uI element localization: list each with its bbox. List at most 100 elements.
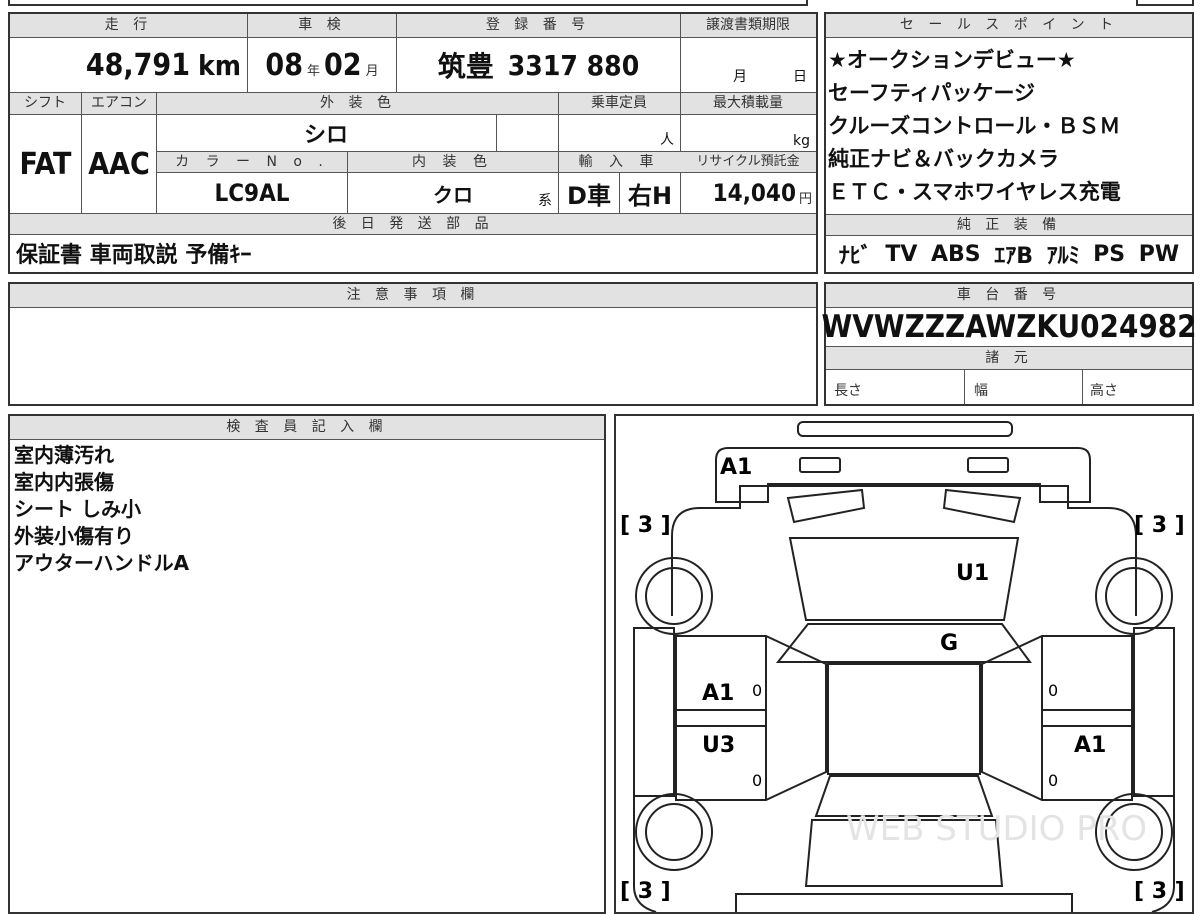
aircon-text: AAC — [88, 146, 150, 182]
equipment-item: PS — [1093, 241, 1126, 267]
inspection-year-unit: 年 — [306, 63, 320, 79]
mark-zero: 0 — [752, 681, 762, 700]
mileage-header: 走 行 — [104, 17, 153, 33]
exterior-color-value: シロ — [157, 115, 495, 151]
aircon-header: エアコン — [91, 95, 147, 111]
color-no-text: LC9AL — [214, 179, 290, 207]
inspector-box: 検 査 員 記 入 欄 室内薄汚れ 室内内張傷 シート しみ小 外装小傷有り ア… — [8, 414, 606, 914]
equipment-item: ABS — [931, 241, 981, 267]
tire-rear-right: [ 3 ] — [1134, 879, 1185, 904]
width-label: 幅 — [974, 383, 988, 399]
mark-zero: 0 — [1048, 771, 1058, 790]
mark-left-front-door: A1 — [702, 681, 734, 706]
tire-front-right: [ 3 ] — [1134, 513, 1185, 538]
chassis-header: 車 台 番 号 — [826, 284, 1192, 308]
registration-value: 筑豊 3317 880 — [397, 38, 680, 92]
max-load-unit: kg — [793, 133, 810, 149]
recycle-number: 14,040 — [712, 179, 796, 207]
shipping-items: 保証書 車両取説 予備ｷｰ — [16, 235, 806, 271]
chassis-box: 車 台 番 号 WVWZZZAWZKU024982 諸 元 長さ 幅 高さ — [821, 282, 1197, 406]
inspector-line: シート しみ小 — [14, 497, 141, 521]
recycle-value: 14,040 円 — [681, 173, 816, 213]
sales-points-list: ★オークションデビュー★ セーフティパッケージ クルーズコントロール・ＢＳＭ 純… — [828, 44, 1190, 209]
transfer-deadline-value: 月 日 — [681, 38, 816, 92]
inspector-line: 室内内張傷 — [14, 470, 114, 494]
car-diagram: [ 3 ] [ 3 ] [ 3 ] [ 3 ] A1 U1 G A1 U3 A1… — [620, 421, 1185, 912]
car-diagram-box: [ 3 ] [ 3 ] [ 3 ] [ 3 ] A1 U1 G A1 U3 A1… — [614, 414, 1194, 914]
row1-header: 走 行 車 検 登 録 番 号 譲渡書類期限 — [10, 14, 816, 38]
mark-right-rear-door: A1 — [1074, 733, 1106, 758]
top-cut-strip — [8, 0, 808, 6]
transfer-day-unit: 日 — [793, 69, 807, 85]
interior-color-text: クロ — [433, 182, 473, 207]
exterior-color-text: シロ — [303, 123, 348, 148]
specs-header: 諸 元 — [826, 346, 1192, 370]
registration-region: 筑豊 — [437, 50, 494, 83]
row3-header: カ ラ ー N o . 内 装 色 輸 入 車 リサイクル預託金 — [157, 151, 816, 173]
shift-text: FAT — [19, 146, 72, 182]
capacity-header: 乗車定員 — [591, 95, 647, 111]
factory-equipment-list: ﾅﾋﾞ TV ABS ｴｱB ｱﾙﾐ PS PW — [826, 236, 1192, 272]
sales-point-line: ＥＴＣ・スマホワイヤレス充電 — [828, 180, 1121, 204]
sales-point-line: セーフティパッケージ — [828, 81, 1036, 105]
interior-color-header: 内 装 色 — [412, 154, 493, 170]
color-no-value: LC9AL — [157, 173, 347, 213]
mark-hood: U1 — [956, 561, 989, 586]
equipment-item: ｴｱB — [994, 244, 1033, 269]
interior-color-value: クロ — [348, 173, 558, 213]
watermark: WEB STUDIO PRO — [846, 809, 1147, 849]
shift-header: シフト — [24, 95, 66, 111]
mark-windshield: G — [940, 631, 958, 656]
import-handle-text: 右H — [627, 181, 673, 210]
height-label: 高さ — [1090, 383, 1118, 399]
mark-zero: 0 — [752, 771, 762, 790]
notes-header: 注 意 事 項 欄 — [10, 284, 816, 308]
inspector-line: 外装小傷有り — [14, 524, 134, 548]
recycle-unit: 円 — [798, 191, 812, 207]
inspector-header: 検 査 員 記 入 欄 — [10, 416, 604, 440]
max-load-value: kg — [681, 115, 816, 151]
equipment-item: ｱﾙﾐ — [1046, 244, 1080, 269]
equipment-item: PW — [1138, 241, 1180, 267]
color-no-header: カ ラ ー N o . — [175, 154, 329, 170]
tire-front-left: [ 3 ] — [620, 513, 671, 538]
inspection-month: 02 — [324, 47, 362, 83]
top-cut-strip-right — [1136, 0, 1194, 6]
registration-number: 3317 880 — [507, 48, 640, 82]
registration-header: 登 録 番 号 — [485, 17, 591, 33]
mileage-unit: km — [198, 48, 241, 82]
sales-points-box: セ ー ル ス ポ イ ン ト ★オークションデビュー★ セーフティパッケージ … — [824, 12, 1194, 274]
equipment-item: ﾅﾋﾞ — [838, 244, 872, 269]
recycle-header: リサイクル預託金 — [696, 154, 800, 169]
notes-box: 注 意 事 項 欄 — [8, 282, 818, 406]
length-label: 長さ — [834, 383, 862, 399]
inspection-value: 08 年 02 月 — [248, 38, 396, 92]
specs-row: 長さ 幅 高さ — [826, 370, 1192, 404]
capacity-value: 人 — [559, 115, 680, 151]
shipping-items-text: 保証書 車両取説 予備ｷｰ — [16, 243, 252, 268]
mark-left-rear-door: U3 — [702, 733, 735, 758]
inspection-header: 車 検 — [298, 17, 346, 33]
shipping-header: 後 日 発 送 部 品 — [10, 213, 816, 235]
inspector-line: 室内薄汚れ — [14, 443, 114, 467]
inspection-year: 08 — [265, 47, 303, 83]
mileage-number: 48,791 — [85, 47, 190, 83]
chassis-number-text: WVWZZZAWZKU024982 — [821, 309, 1197, 345]
tire-rear-left: [ 3 ] — [620, 879, 671, 904]
inspector-line: アウターハンドルA — [14, 551, 190, 575]
shift-value: FAT — [10, 115, 81, 213]
factory-equipment-header: 純 正 装 備 — [826, 214, 1192, 236]
equipment-item: TV — [885, 241, 918, 267]
import-header: 輸 入 車 — [578, 154, 660, 170]
mark-zero: 0 — [1048, 681, 1058, 700]
import-dealer: D車 — [559, 173, 619, 213]
sales-point-line: ★オークションデビュー★ — [828, 48, 1076, 72]
aircon-value: AAC — [82, 115, 156, 213]
transfer-deadline-header: 譲渡書類期限 — [706, 17, 790, 33]
chassis-number: WVWZZZAWZKU024982 — [821, 308, 1196, 346]
capacity-unit: 人 — [660, 132, 674, 148]
import-dealer-text: D車 — [567, 181, 611, 210]
mileage-value: 48,791 km — [10, 38, 247, 92]
sales-point-line: 純正ナビ＆バックカメラ — [828, 147, 1059, 171]
sales-point-line: クルーズコントロール・ＢＳＭ — [828, 114, 1121, 138]
